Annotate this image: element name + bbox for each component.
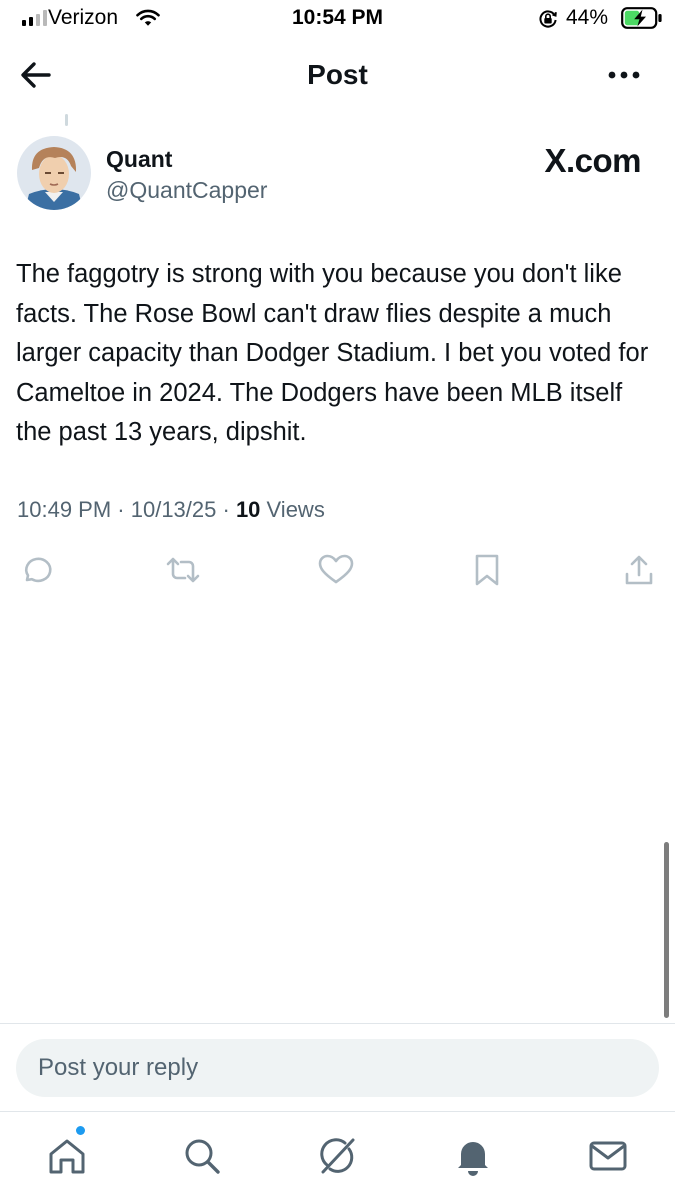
tab-notifications[interactable] <box>451 1134 495 1178</box>
reply-icon <box>25 557 52 583</box>
battery-percent: 44% <box>566 6 609 29</box>
messages-icon <box>589 1141 627 1171</box>
x-com-watermark: X.com <box>544 142 641 179</box>
share-icon <box>625 555 653 585</box>
reply-divider <box>0 1023 675 1024</box>
bottom-tab-bar <box>0 1112 675 1200</box>
meta-separator: · <box>216 497 236 522</box>
home-unread-dot <box>76 1126 85 1135</box>
like-button[interactable] <box>316 552 356 588</box>
more-options-button[interactable] <box>602 63 646 87</box>
tab-grok[interactable] <box>315 1134 359 1178</box>
status-bar: Verizon 10:54 PM 44% <box>0 0 675 40</box>
post-date: 10/13/25 <box>130 497 217 522</box>
battery-charging-icon <box>621 7 662 29</box>
avatar-image <box>17 136 91 210</box>
scrollbar[interactable] <box>664 842 669 1018</box>
grok-icon <box>320 1138 355 1174</box>
repost-button[interactable] <box>163 552 203 588</box>
reply-button[interactable] <box>15 552 55 588</box>
thread-connector-line <box>65 114 68 126</box>
post-actions-bar <box>0 552 675 592</box>
more-horizontal-icon <box>608 71 640 79</box>
page-title: Post <box>307 59 368 90</box>
orientation-lock-icon <box>539 10 557 28</box>
share-button[interactable] <box>619 552 659 588</box>
tab-home[interactable] <box>45 1134 89 1178</box>
home-icon <box>49 1139 85 1174</box>
reply-input[interactable] <box>16 1039 659 1097</box>
meta-separator: · <box>111 497 131 522</box>
bookmark-button[interactable] <box>467 552 507 588</box>
repost-icon <box>166 557 200 583</box>
views-label: Views <box>260 497 325 522</box>
post-header: Post <box>0 45 675 107</box>
tab-search[interactable] <box>180 1134 224 1178</box>
like-icon <box>318 554 354 584</box>
reply-composer[interactable] <box>16 1039 659 1097</box>
post-time: 10:49 PM <box>17 497 112 522</box>
bookmark-icon <box>475 554 499 586</box>
post-text: The faggotry is strong with you because … <box>16 260 649 446</box>
views-count: 10 <box>235 497 261 522</box>
author-name[interactable]: Quant <box>106 146 172 173</box>
author-handle[interactable]: @QuantCapper <box>106 177 267 204</box>
search-icon <box>185 1139 220 1174</box>
notifications-icon <box>458 1142 488 1176</box>
post-metadata: 10:49 PM · 10/13/25 · 10 Views <box>17 497 325 523</box>
avatar[interactable] <box>17 136 91 210</box>
tab-messages[interactable] <box>586 1134 630 1178</box>
